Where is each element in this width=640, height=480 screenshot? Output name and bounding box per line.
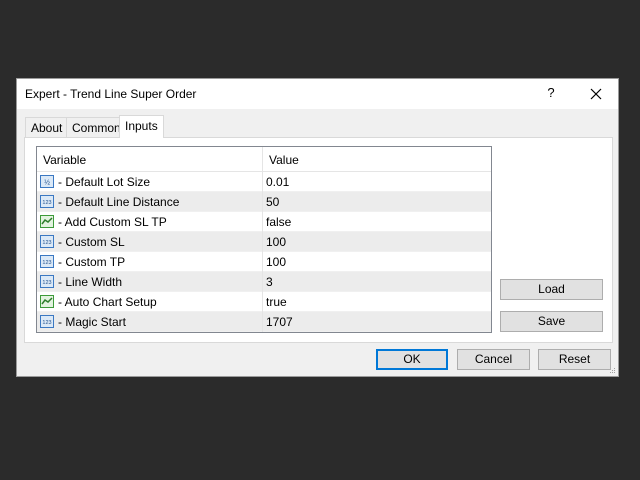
save-button[interactable]: Save — [500, 311, 603, 332]
close-icon — [590, 88, 602, 100]
title-bar[interactable]: Expert - Trend Line Super Order ? — [17, 79, 618, 109]
reset-button[interactable]: Reset — [538, 349, 611, 370]
variable-name: - Magic Start — [58, 315, 127, 329]
expert-properties-dialog: Expert - Trend Line Super Order ? About … — [16, 78, 619, 377]
variable-name: - Add Custom SL TP — [58, 215, 167, 229]
boolean-value-icon — [40, 215, 54, 228]
svg-text:123: 123 — [42, 280, 51, 286]
close-button[interactable] — [583, 84, 609, 104]
variable-value[interactable]: 1707 — [266, 315, 293, 329]
table-row[interactable]: - Add Custom SL TP false — [37, 212, 491, 232]
table-row[interactable]: 123 - Custom SL 100 — [37, 232, 491, 252]
help-button[interactable]: ? — [539, 85, 563, 103]
inputs-table: Variable Value ½ - Default Lot Size 0.01 12… — [36, 146, 492, 333]
boolean-value-icon — [40, 295, 54, 308]
integer-value-icon: 123 — [40, 315, 54, 328]
variable-value[interactable]: true — [266, 295, 287, 309]
variable-name: - Custom SL — [58, 235, 125, 249]
variable-value[interactable]: false — [266, 215, 291, 229]
table-row[interactable]: 123 - Custom TP 100 — [37, 252, 491, 272]
tab-about[interactable]: About — [25, 117, 69, 137]
column-header-variable[interactable]: Variable — [43, 153, 86, 167]
table-row[interactable]: - Auto Chart Setup true — [37, 292, 491, 312]
column-header-value[interactable]: Value — [269, 153, 299, 167]
svg-text:123: 123 — [42, 240, 51, 246]
resize-grip-icon[interactable] — [608, 366, 616, 374]
variable-value[interactable]: 100 — [266, 255, 286, 269]
svg-text:123: 123 — [42, 260, 51, 266]
table-row[interactable]: 123 - Line Width 3 — [37, 272, 491, 292]
cell-divider — [262, 292, 263, 312]
table-header: Variable Value — [37, 147, 491, 172]
integer-value-icon: 123 — [40, 235, 54, 248]
variable-name: - Line Width — [58, 275, 123, 289]
variable-value[interactable]: 50 — [266, 195, 279, 209]
table-row[interactable]: ½ - Default Lot Size 0.01 — [37, 172, 491, 192]
cell-divider — [262, 172, 263, 192]
svg-text:123: 123 — [42, 320, 51, 326]
variable-name: - Custom TP — [58, 255, 126, 269]
cell-divider — [262, 192, 263, 212]
cell-divider — [262, 312, 263, 332]
tab-common[interactable]: Common — [66, 117, 127, 137]
load-button[interactable]: Load — [500, 279, 603, 300]
tab-inputs[interactable]: Inputs — [119, 115, 164, 138]
cancel-button[interactable]: Cancel — [457, 349, 530, 370]
variable-name: - Default Line Distance — [58, 195, 180, 209]
cell-divider — [262, 272, 263, 292]
variable-value[interactable]: 0.01 — [266, 175, 289, 189]
inputs-panel: Variable Value ½ - Default Lot Size 0.01 12… — [24, 137, 613, 343]
svg-text:½: ½ — [44, 179, 50, 187]
svg-text:123: 123 — [42, 200, 51, 206]
double-value-icon: ½ — [40, 175, 54, 188]
column-divider[interactable] — [262, 147, 263, 171]
cell-divider — [262, 212, 263, 232]
variable-name: - Default Lot Size — [58, 175, 151, 189]
ok-button[interactable]: OK — [376, 349, 448, 370]
cell-divider — [262, 232, 263, 252]
integer-value-icon: 123 — [40, 195, 54, 208]
window-title: Expert - Trend Line Super Order — [25, 87, 197, 101]
integer-value-icon: 123 — [40, 255, 54, 268]
integer-value-icon: 123 — [40, 275, 54, 288]
variable-name: - Auto Chart Setup — [58, 295, 157, 309]
table-row[interactable]: 123 - Magic Start 1707 — [37, 312, 491, 332]
cell-divider — [262, 252, 263, 272]
variable-value[interactable]: 100 — [266, 235, 286, 249]
variable-value[interactable]: 3 — [266, 275, 273, 289]
table-row[interactable]: 123 - Default Line Distance 50 — [37, 192, 491, 212]
